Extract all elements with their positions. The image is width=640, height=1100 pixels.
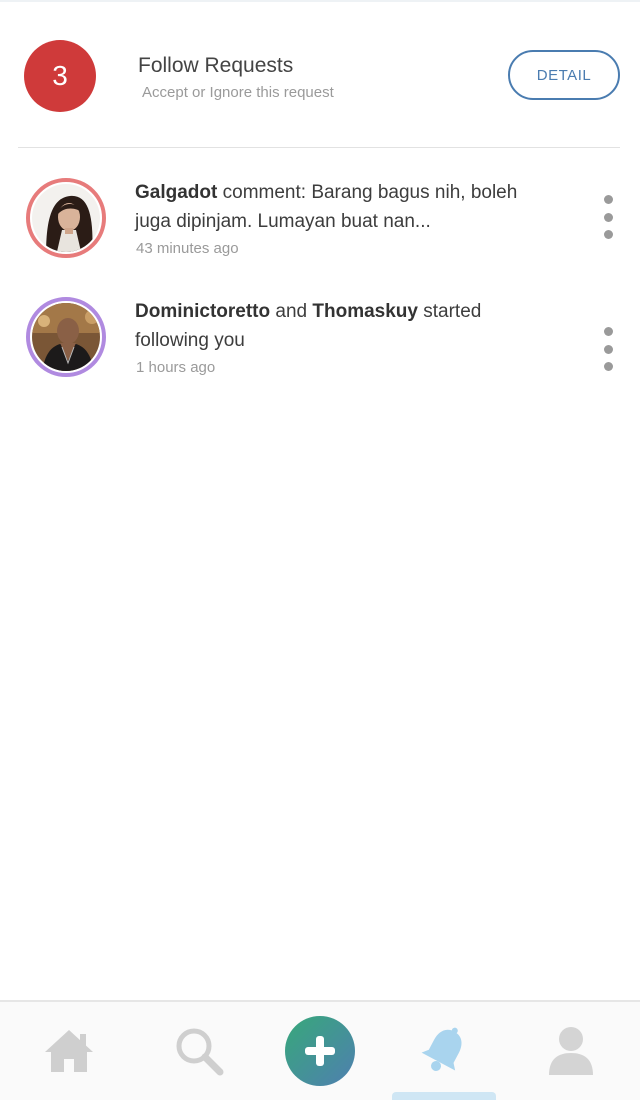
plus-icon <box>305 1036 335 1066</box>
follow-requests-subtitle: Accept or Ignore this request <box>142 84 334 101</box>
nav-notifications[interactable] <box>394 1002 494 1100</box>
add-button[interactable] <box>285 1016 355 1086</box>
more-options-icon[interactable] <box>598 327 618 371</box>
notification-username[interactable]: Galgadot <box>135 182 217 203</box>
notification-username[interactable]: Dominictoretto <box>135 301 270 322</box>
notification-item[interactable]: Galgadot comment: Barang bagus nih, bole… <box>24 178 620 268</box>
detail-button[interactable]: DETAIL <box>508 50 620 100</box>
notification-username-2[interactable]: Thomaskuy <box>312 301 418 322</box>
follow-request-count-badge: 3 <box>24 40 96 112</box>
home-icon <box>45 1030 93 1072</box>
top-divider <box>0 0 640 2</box>
active-tab-indicator <box>392 1092 496 1100</box>
search-icon <box>176 1028 224 1076</box>
notification-text: Dominictoretto and Thomaskuy started fol… <box>135 297 555 355</box>
notification-text: Galgadot comment: Barang bagus nih, bole… <box>135 178 555 236</box>
nav-search[interactable] <box>149 1002 249 1100</box>
avatar-photo <box>32 303 100 371</box>
nav-add[interactable] <box>270 1002 370 1100</box>
nav-profile[interactable] <box>521 1002 621 1100</box>
bottom-navigation <box>0 1000 640 1100</box>
nav-home[interactable] <box>19 1002 119 1100</box>
notification-item[interactable]: Dominictoretto and Thomaskuy started fol… <box>24 297 620 387</box>
profile-icon <box>549 1027 593 1075</box>
notification-timestamp: 43 minutes ago <box>136 240 239 257</box>
follow-requests-title: Follow Requests <box>138 54 294 77</box>
bell-icon <box>421 1027 462 1072</box>
notification-timestamp: 1 hours ago <box>136 359 216 376</box>
avatar[interactable] <box>26 178 106 258</box>
follow-requests-section: 3 Follow Requests Accept or Ignore this … <box>24 40 620 112</box>
notification-connector: and <box>270 301 313 322</box>
avatar[interactable] <box>26 297 106 377</box>
more-options-icon[interactable] <box>598 195 618 239</box>
avatar-photo <box>32 184 100 252</box>
section-divider <box>18 147 620 148</box>
